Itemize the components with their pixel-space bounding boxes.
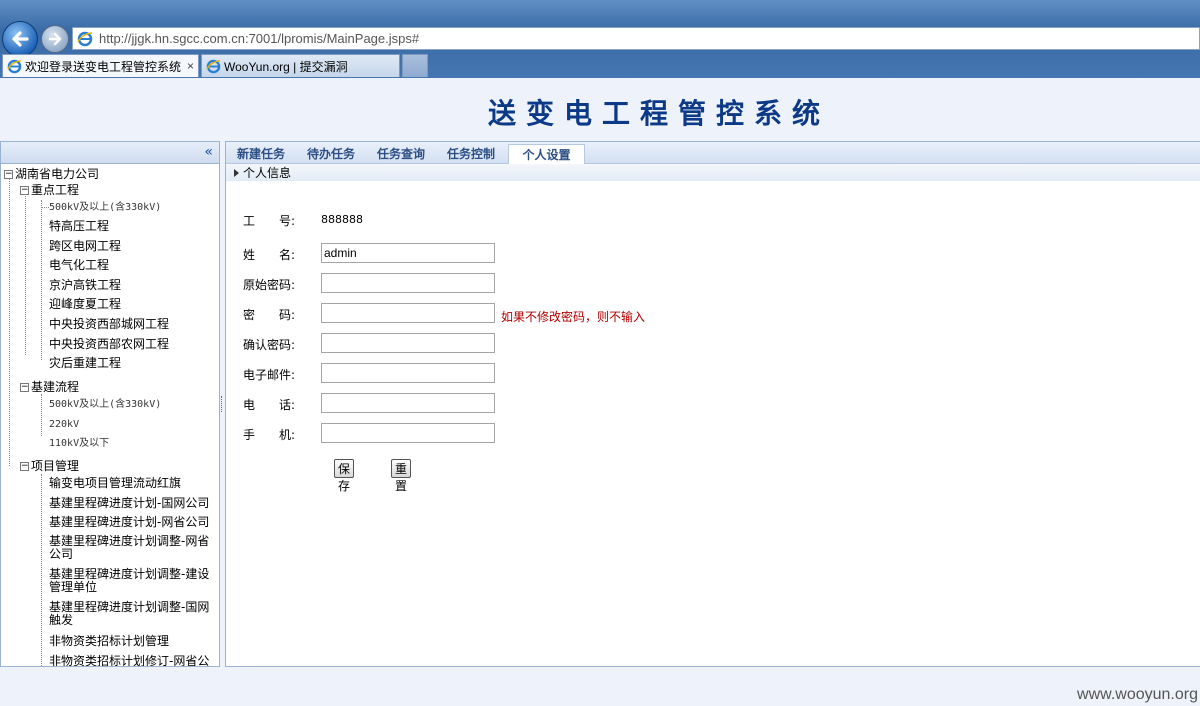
back-button[interactable] <box>2 21 38 57</box>
address-bar[interactable]: http://jjgk.hn.sgcc.com.cn:7001/lpromis/… <box>72 27 1200 50</box>
collapse-icon[interactable]: « <box>204 144 213 160</box>
employee-id-value: 888888 <box>321 213 363 226</box>
collapse-node-icon[interactable]: − <box>20 383 29 392</box>
tree-item[interactable]: 基建里程碑进度计划调整-网省公司 <box>49 535 215 561</box>
tree-item[interactable]: 中央投资西部城网工程 <box>49 317 169 332</box>
tree-group-label: 基建流程 <box>31 380 80 394</box>
tree-line <box>25 194 26 355</box>
menu-task-control[interactable]: 任务控制 <box>447 145 495 162</box>
name-label: 姓 名: <box>243 248 296 262</box>
triangle-right-icon <box>234 168 239 177</box>
old-password-label: 原始密码: <box>243 278 296 292</box>
reset-button[interactable]: 重置 <box>391 459 412 493</box>
tree-root-label: 湖南省电力公司 <box>15 167 100 181</box>
tree-item[interactable]: 非物资类招标计划管理 <box>49 634 169 649</box>
url-text: http://jjgk.hn.sgcc.com.cn:7001/lpromis/… <box>99 31 420 46</box>
main-content: 新建任务 待办任务 任务查询 任务控制 个人设置 个人信息 工 号: 88888… <box>225 141 1200 667</box>
tree-item[interactable]: 基建里程碑进度计划-网省公司 <box>49 515 209 530</box>
tree-line <box>41 474 42 666</box>
email-label: 电子邮件: <box>243 368 296 382</box>
tree-item[interactable]: 基建里程碑进度计划调整-国网触发 <box>49 601 215 627</box>
tree-line <box>41 394 42 436</box>
tree-line <box>9 178 10 466</box>
tree-item[interactable]: 灾后重建工程 <box>49 356 121 371</box>
footer-bar <box>0 668 1200 706</box>
browser-tab-wooyun[interactable]: WooYun.org | 提交漏洞 <box>201 54 400 77</box>
mobile-input[interactable] <box>321 423 495 443</box>
tree-item[interactable]: 非物资类招标计划修订-网省公 <box>49 654 209 666</box>
confirm-password-input[interactable] <box>321 333 495 353</box>
tree-item[interactable]: 500kV及以上(含330kV) <box>49 397 161 412</box>
tree-line <box>41 207 49 208</box>
back-arrow-icon <box>12 31 29 47</box>
tree-root[interactable]: − 湖南省电力公司 <box>4 167 99 182</box>
tree-item[interactable]: 500kV及以上(含330kV) <box>49 200 161 215</box>
breadcrumb: 个人信息 <box>226 164 1200 181</box>
tree-item[interactable]: 电气化工程 <box>49 258 109 273</box>
tab-label: 欢迎登录送变电工程管控系统 <box>25 59 182 74</box>
employee-id-label: 工 号: <box>243 214 296 228</box>
breadcrumb-label: 个人信息 <box>243 166 292 180</box>
tree-group-key-projects[interactable]: − 重点工程 <box>20 183 79 198</box>
top-menu: 新建任务 待办任务 任务查询 任务控制 个人设置 <box>226 142 1200 164</box>
phone-input[interactable] <box>321 393 495 413</box>
save-button[interactable]: 保存 <box>334 459 355 493</box>
system-title: 送变电工程管控系统 <box>488 97 831 130</box>
tree-item[interactable]: 中央投资西部农网工程 <box>49 337 169 352</box>
tree-group-label: 项目管理 <box>31 459 80 473</box>
tree-item[interactable]: 220kV <box>49 417 79 432</box>
name-input[interactable] <box>321 243 495 263</box>
phone-label: 电 话: <box>243 398 296 412</box>
menu-personal-settings[interactable]: 个人设置 <box>508 144 585 164</box>
old-password-input[interactable] <box>321 273 495 293</box>
close-tab-icon[interactable]: × <box>187 59 194 73</box>
menu-task-query[interactable]: 任务查询 <box>377 145 425 162</box>
tree-item[interactable]: 京沪高铁工程 <box>49 278 121 293</box>
tree-line <box>41 200 42 360</box>
splitter-grip-icon[interactable] <box>221 396 223 412</box>
tree-group-infrastructure[interactable]: − 基建流程 <box>20 380 79 395</box>
tree-item[interactable]: 基建里程碑进度计划调整-建设管理单位 <box>49 568 215 594</box>
tree-group-label: 重点工程 <box>31 183 80 197</box>
watermark: www.wooyun.org <box>1077 686 1198 703</box>
browser-tabs: 欢迎登录送变电工程管控系统 × WooYun.org | 提交漏洞 <box>0 54 1200 78</box>
tree-item[interactable]: 输变电项目管理流动红旗 <box>49 476 181 491</box>
forward-arrow-icon <box>48 32 62 46</box>
ie-page-icon <box>77 31 93 46</box>
tree-item[interactable]: 迎峰度夏工程 <box>49 297 121 312</box>
tree-item[interactable]: 110kV及以下 <box>49 436 109 451</box>
tree-item[interactable]: 特高压工程 <box>49 219 109 234</box>
password-label: 密 码: <box>243 308 296 322</box>
page-header: 送变电工程管控系统 <box>0 78 1200 140</box>
sidebar-header: « <box>1 142 219 164</box>
tree-group-project-mgmt[interactable]: − 项目管理 <box>20 459 79 474</box>
forward-button[interactable] <box>41 25 69 53</box>
tree-item[interactable]: 基建里程碑进度计划-国网公司 <box>49 496 209 511</box>
browser-chrome: http://jjgk.hn.sgcc.com.cn:7001/lpromis/… <box>0 0 1200 78</box>
tree-item[interactable]: 跨区电网工程 <box>49 239 121 254</box>
tree-view: − 湖南省电力公司 − 重点工程 500kV及以上(含330kV) 特高压工程 跨区… <box>1 164 219 666</box>
mobile-label: 手 机: <box>243 428 296 442</box>
new-tab-button[interactable] <box>402 54 428 77</box>
menu-pending-tasks[interactable]: 待办任务 <box>307 145 355 162</box>
collapse-node-icon[interactable]: − <box>20 462 29 471</box>
confirm-password-label: 确认密码: <box>243 338 296 352</box>
ie-tab-icon <box>7 59 22 73</box>
menu-new-task[interactable]: 新建任务 <box>237 145 285 162</box>
browser-tab-active[interactable]: 欢迎登录送变电工程管控系统 × <box>2 54 199 77</box>
sidebar: « − 湖南省电力公司 − 重点工程 500kV及以上(含330kV) 特高压工程 … <box>0 141 220 667</box>
email-input[interactable] <box>321 363 495 383</box>
ie-tab-icon <box>206 59 221 73</box>
password-input[interactable] <box>321 303 495 323</box>
password-hint: 如果不修改密码，则不输入 <box>501 310 646 324</box>
tab-label: WooYun.org | 提交漏洞 <box>224 59 348 74</box>
